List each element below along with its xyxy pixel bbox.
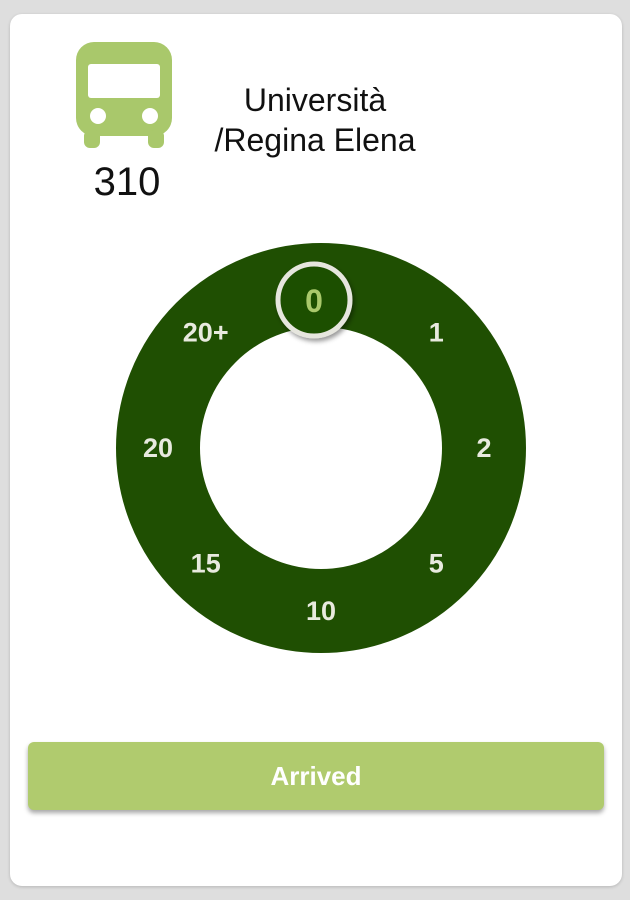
- selected-wait-value: 0: [305, 283, 323, 319]
- dial-option-10[interactable]: 10: [306, 596, 336, 626]
- stop-name-line-1: Università: [243, 82, 387, 118]
- dial-option-1[interactable]: 1: [429, 318, 444, 348]
- stop-name: Università /Regina Elena: [180, 80, 450, 160]
- stop-name-line-2: /Regina Elena: [214, 122, 416, 158]
- selected-knob[interactable]: 0: [275, 261, 353, 339]
- dial-option-2[interactable]: 2: [476, 433, 491, 463]
- wait-time-dial[interactable]: 1 2 5 10 15 20 20+ 0: [116, 243, 526, 653]
- route-number: 310: [93, 160, 161, 204]
- bus-arrival-card: 310 Università /Regina Elena 1 2 5 10 15 20 20…: [10, 14, 622, 886]
- dial-option-20[interactable]: 20: [143, 433, 173, 463]
- bus-icon: [74, 42, 174, 152]
- dial-option-15[interactable]: 15: [191, 548, 221, 578]
- dial-option-20-plus[interactable]: 20+: [183, 318, 229, 348]
- dial-option-5[interactable]: 5: [429, 548, 444, 578]
- arrived-button[interactable]: Arrived: [28, 742, 604, 810]
